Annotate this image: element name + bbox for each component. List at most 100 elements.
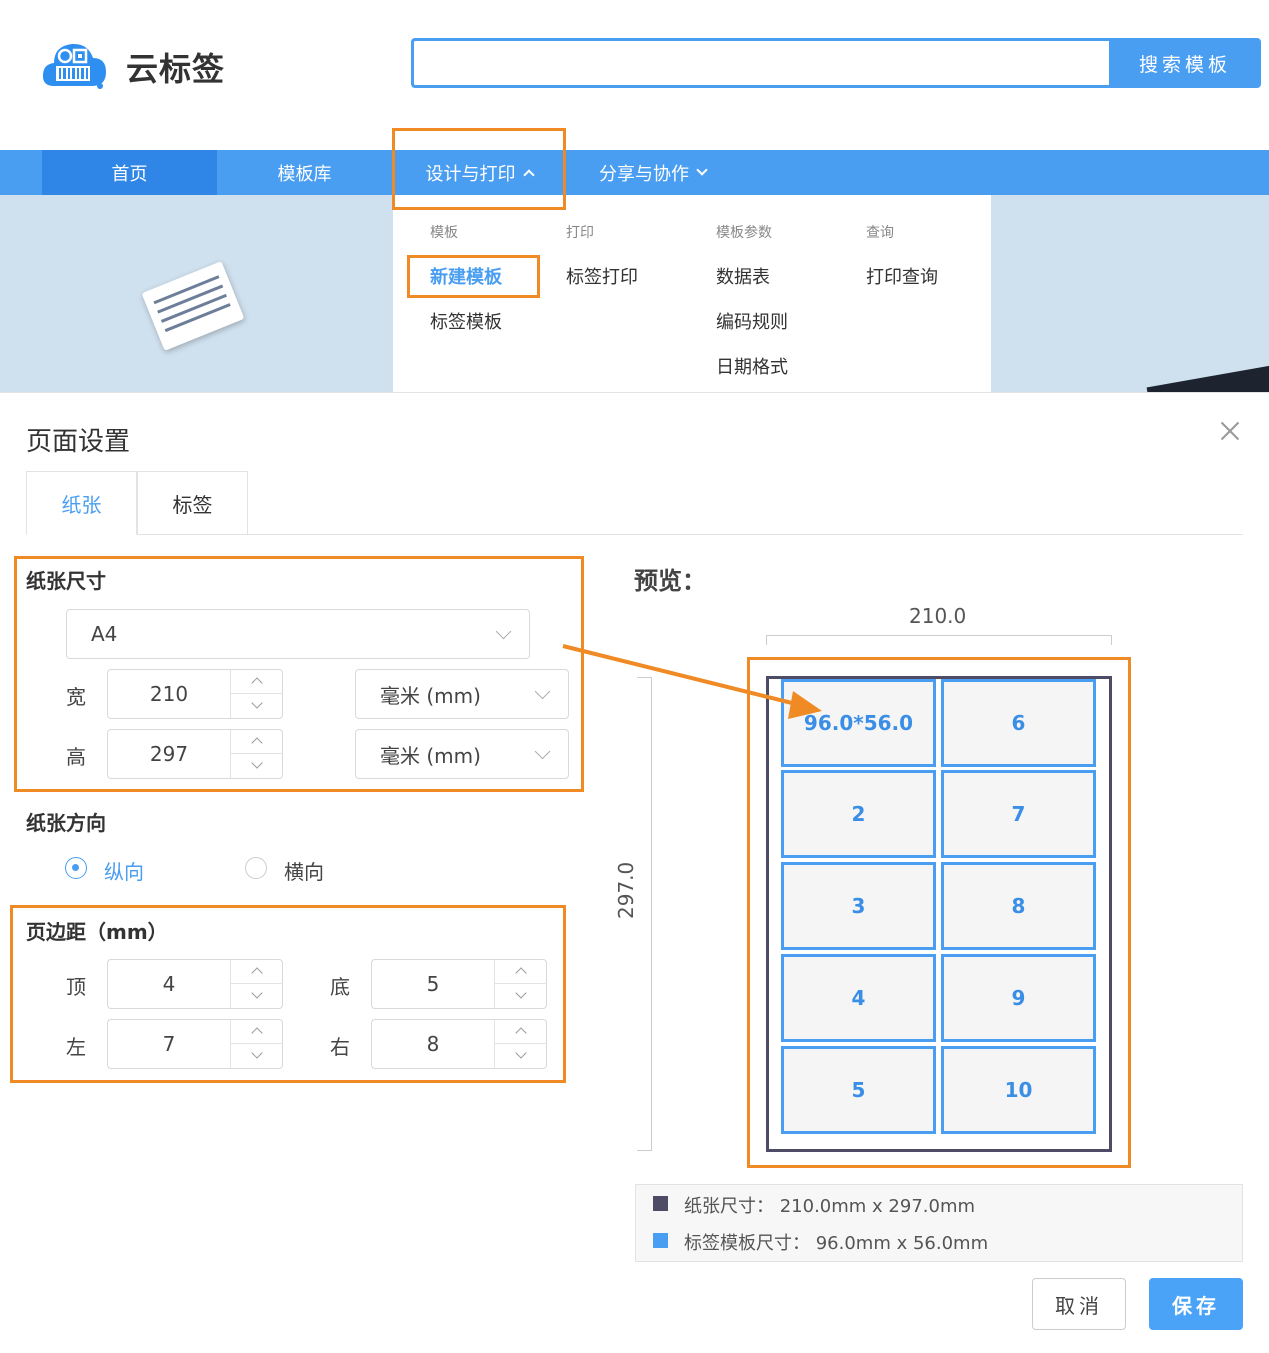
- nav-item-label: 分享与协作: [599, 163, 689, 185]
- label-legend-swatch: [653, 1233, 668, 1248]
- banner-decoration: [1146, 363, 1269, 395]
- search-box[interactable]: [411, 38, 1109, 88]
- site-header: 云标签 搜索模板: [0, 0, 1269, 150]
- chevron-down-icon: [495, 623, 512, 640]
- increment-button[interactable]: [495, 960, 547, 984]
- landscape-label[interactable]: 横向: [284, 856, 324, 885]
- label-cell: 9: [941, 954, 1096, 1042]
- portrait-label[interactable]: 纵向: [104, 856, 144, 885]
- dropdown-heading-query: 查询: [866, 225, 894, 241]
- margin-right-value: 8: [426, 1032, 440, 1056]
- margin-left-stepper[interactable]: 7: [107, 1019, 283, 1069]
- margin-right-label: 右: [330, 1035, 350, 1059]
- dialog-title: 页面设置: [26, 427, 131, 457]
- height-dimension-line: [637, 677, 652, 1151]
- menu-item-label-template[interactable]: 标签模板: [430, 308, 502, 334]
- orientation-title: 纸张方向: [26, 811, 106, 835]
- decrement-button[interactable]: [495, 1044, 547, 1068]
- chevron-down-icon: [534, 743, 551, 760]
- nav-item-template-library[interactable]: 模板库: [217, 150, 392, 195]
- paper-size-title: 纸张尺寸: [26, 569, 106, 593]
- label-cell: 6: [941, 679, 1096, 767]
- label-cell: 8: [941, 862, 1096, 950]
- menu-item-new-template[interactable]: 新建模板: [430, 263, 502, 289]
- close-icon[interactable]: [1218, 419, 1242, 443]
- increment-button[interactable]: [495, 1020, 547, 1044]
- menu-item-encoding-rules[interactable]: 编码规则: [716, 308, 788, 334]
- increment-button[interactable]: [231, 1020, 283, 1044]
- width-unit-select[interactable]: 毫米 (mm): [355, 669, 569, 719]
- height-unit-select[interactable]: 毫米 (mm): [355, 729, 569, 779]
- chevron-up-icon: [251, 1027, 263, 1039]
- decrement-button[interactable]: [231, 984, 283, 1008]
- menu-item-label-print[interactable]: 标签打印: [566, 263, 638, 289]
- width-stepper[interactable]: 210: [107, 669, 283, 719]
- label-cell: 3: [781, 862, 936, 950]
- nav-item-home[interactable]: 首页: [42, 150, 217, 195]
- paper-preset-select[interactable]: A4: [66, 609, 530, 659]
- menu-item-print-query[interactable]: 打印查询: [866, 263, 938, 289]
- tab-paper[interactable]: 纸张: [26, 471, 137, 535]
- decrement-button[interactable]: [495, 984, 547, 1008]
- label-cell: 5: [781, 1046, 936, 1134]
- margin-bottom-stepper[interactable]: 5: [371, 959, 547, 1009]
- design-print-dropdown: 模板 新建模板 标签模板 打印 标签打印 模板参数 数据表 编码规则 日期格式 …: [393, 195, 991, 395]
- height-value: 297: [149, 742, 189, 766]
- cancel-button[interactable]: 取消: [1032, 1278, 1126, 1330]
- paper-legend-swatch: [653, 1196, 668, 1211]
- save-button[interactable]: 保存: [1149, 1278, 1243, 1330]
- width-dimension-line: [766, 635, 1112, 645]
- height-unit-value: 毫米 (mm): [380, 743, 481, 768]
- margin-bottom-label: 底: [330, 975, 350, 999]
- label-cell: 2: [781, 770, 936, 858]
- chevron-up-icon: [251, 737, 263, 749]
- search-template-button[interactable]: 搜索模板: [1109, 38, 1261, 88]
- dropdown-heading-print: 打印: [566, 225, 594, 241]
- label-cell: 96.0*56.0: [781, 679, 936, 767]
- chevron-down-icon: [251, 987, 263, 999]
- radio-portrait[interactable]: [65, 857, 87, 879]
- page-setup-dialog: 页面设置 纸张 标签 纸张尺寸 A4 宽 210 毫米 (mm) 高 297 毫…: [0, 392, 1269, 1353]
- chevron-up-icon: [251, 677, 263, 689]
- paper-preset-value: A4: [91, 622, 118, 646]
- chevron-up-icon: [522, 168, 535, 181]
- margin-left-label: 左: [66, 1035, 86, 1059]
- preview-title: 预览：: [634, 567, 706, 595]
- margin-bottom-value: 5: [426, 972, 440, 996]
- chevron-down-icon: [515, 987, 527, 999]
- nav-item-label: 首页: [111, 163, 148, 185]
- decrement-button[interactable]: [231, 754, 283, 778]
- decrement-button[interactable]: [231, 1044, 283, 1068]
- increment-button[interactable]: [231, 960, 283, 984]
- nav-item-share-collaborate[interactable]: 分享与协作: [565, 150, 740, 195]
- dropdown-heading-template-params: 模板参数: [716, 225, 772, 241]
- radio-landscape[interactable]: [245, 857, 267, 879]
- increment-button[interactable]: [231, 730, 283, 754]
- menu-item-date-format[interactable]: 日期格式: [716, 353, 788, 379]
- margin-left-value: 7: [162, 1032, 176, 1056]
- margin-right-stepper[interactable]: 8: [371, 1019, 547, 1069]
- width-label: 宽: [66, 685, 86, 709]
- dropdown-heading-template: 模板: [430, 225, 458, 241]
- menu-item-data-table[interactable]: 数据表: [716, 263, 770, 289]
- chevron-down-icon: [251, 757, 263, 769]
- preview-width-dimension: 210.0: [909, 604, 967, 628]
- nav-item-design-print[interactable]: 设计与打印: [393, 150, 565, 195]
- chevron-up-icon: [251, 967, 263, 979]
- search-input[interactable]: [414, 41, 1109, 85]
- preview-legend: 纸张尺寸： 210.0mm x 297.0mm 标签模板尺寸： 96.0mm x…: [635, 1184, 1243, 1262]
- tab-label[interactable]: 标签: [137, 471, 248, 535]
- cloud-barcode-logo-icon: [42, 43, 106, 89]
- logo-text: 云标签: [126, 50, 226, 88]
- width-value: 210: [149, 682, 189, 706]
- margin-top-stepper[interactable]: 4: [107, 959, 283, 1009]
- decrement-button[interactable]: [231, 694, 283, 718]
- chevron-down-icon: [696, 164, 708, 176]
- chevron-up-icon: [515, 1027, 527, 1039]
- increment-button[interactable]: [231, 670, 283, 694]
- main-nav: 首页 模板库 设计与打印 分享与协作: [0, 150, 1269, 195]
- height-stepper[interactable]: 297: [107, 729, 283, 779]
- label-cell: 7: [941, 770, 1096, 858]
- nav-item-label: 设计与打印: [425, 163, 516, 185]
- width-unit-value: 毫米 (mm): [380, 683, 481, 708]
